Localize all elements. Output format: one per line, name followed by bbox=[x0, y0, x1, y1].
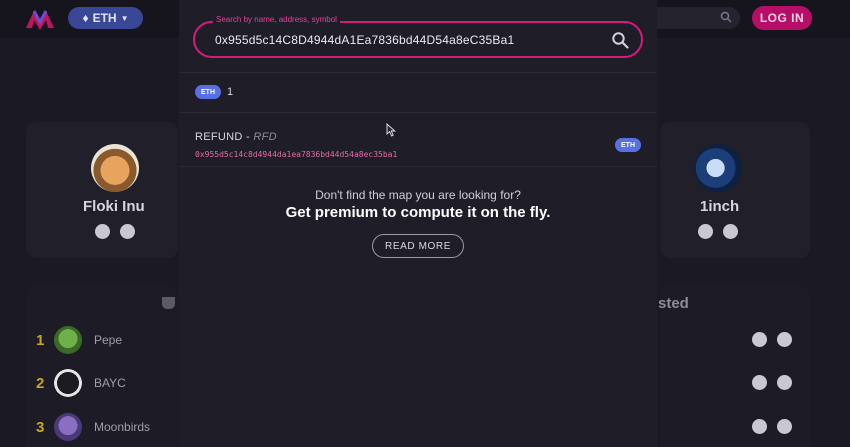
coingecko-icon[interactable] bbox=[723, 224, 738, 239]
featured-card-title: 1inch bbox=[700, 198, 740, 215]
row-links bbox=[752, 332, 792, 347]
result-title: REFUND - RFD bbox=[195, 131, 277, 143]
search-value[interactable]: 0x955d5c14C8D4944dA1Ea7836bd44D54a8eC35B… bbox=[215, 33, 514, 47]
moonbirds-avatar bbox=[54, 413, 82, 441]
globe-icon[interactable] bbox=[752, 375, 767, 390]
1inch-avatar bbox=[694, 144, 742, 192]
search-icon bbox=[720, 11, 732, 23]
ranking-heading: sted bbox=[658, 295, 689, 312]
promo-question: Don't find the map you are looking for? bbox=[315, 188, 521, 202]
rank-number: 3 bbox=[36, 418, 45, 436]
ranking-row[interactable]: 2 BAYC bbox=[36, 367, 126, 399]
login-button[interactable]: LOG IN bbox=[752, 6, 812, 30]
row-links bbox=[752, 375, 792, 390]
modal-search-input[interactable]: Search by name, address, symbol 0x955d5c… bbox=[193, 15, 643, 58]
chain-selector-label: ETH bbox=[92, 11, 117, 25]
divider bbox=[179, 112, 657, 113]
coingecko-icon[interactable] bbox=[120, 224, 135, 239]
bayc-avatar bbox=[54, 369, 82, 397]
result-chain-badge: ETH bbox=[615, 138, 641, 152]
globe-icon[interactable] bbox=[698, 224, 713, 239]
chevron-down-icon: ▼ bbox=[120, 13, 129, 23]
promo-headline: Get premium to compute it on the fly. bbox=[285, 204, 551, 221]
globe-icon[interactable] bbox=[752, 332, 767, 347]
chain-selector-button[interactable]: ♦ ETH ▼ bbox=[68, 7, 143, 29]
globe-icon[interactable] bbox=[95, 224, 110, 239]
rank-number: 1 bbox=[36, 331, 45, 349]
coingecko-icon[interactable] bbox=[777, 419, 792, 434]
mouse-cursor-icon bbox=[386, 123, 396, 137]
card-links bbox=[698, 224, 738, 239]
pepe-avatar bbox=[54, 326, 82, 354]
chain-filter[interactable]: ETH 1 bbox=[195, 85, 233, 99]
eth-filter-badge[interactable]: ETH bbox=[195, 85, 221, 99]
ranking-row[interactable]: 1 Pepe bbox=[36, 324, 122, 356]
search-modal: Search by name, address, symbol 0x955d5c… bbox=[179, 0, 657, 447]
result-name: REFUND bbox=[195, 131, 243, 143]
rank-name: BAYC bbox=[94, 376, 126, 390]
ethereum-icon: ♦ bbox=[82, 11, 89, 25]
result-symbol: RFD bbox=[253, 131, 277, 143]
result-address: 0x955d5c14c8d4944da1ea7836bd44d54a8ec35b… bbox=[195, 150, 398, 159]
coingecko-icon[interactable] bbox=[777, 375, 792, 390]
search-label: Search by name, address, symbol bbox=[213, 15, 340, 24]
coingecko-icon[interactable] bbox=[777, 332, 792, 347]
floki-avatar bbox=[91, 144, 139, 192]
read-more-button[interactable]: READ MORE bbox=[372, 234, 464, 258]
rank-name: Pepe bbox=[94, 333, 123, 347]
card-links bbox=[95, 224, 135, 239]
result-count: 1 bbox=[227, 86, 234, 98]
rank-number: 2 bbox=[36, 374, 45, 392]
result-separator: - bbox=[242, 131, 254, 143]
featured-card-1inch[interactable]: 1inch bbox=[660, 122, 810, 258]
globe-icon[interactable] bbox=[752, 419, 767, 434]
rank-name: Moonbirds bbox=[94, 420, 151, 434]
trophy-icon bbox=[162, 297, 175, 309]
divider bbox=[179, 72, 657, 73]
divider bbox=[179, 166, 657, 167]
row-links bbox=[752, 419, 792, 434]
app-logo[interactable] bbox=[24, 8, 60, 30]
ranking-row[interactable]: 3 Moonbirds bbox=[36, 411, 150, 443]
featured-card-title: Floki Inu bbox=[83, 198, 145, 215]
search-result-item[interactable]: REFUND - RFD 0x955d5c14c8d4944da1ea7836b… bbox=[179, 122, 657, 164]
search-icon[interactable] bbox=[611, 31, 629, 49]
featured-card-floki[interactable]: Floki Inu bbox=[26, 122, 178, 258]
